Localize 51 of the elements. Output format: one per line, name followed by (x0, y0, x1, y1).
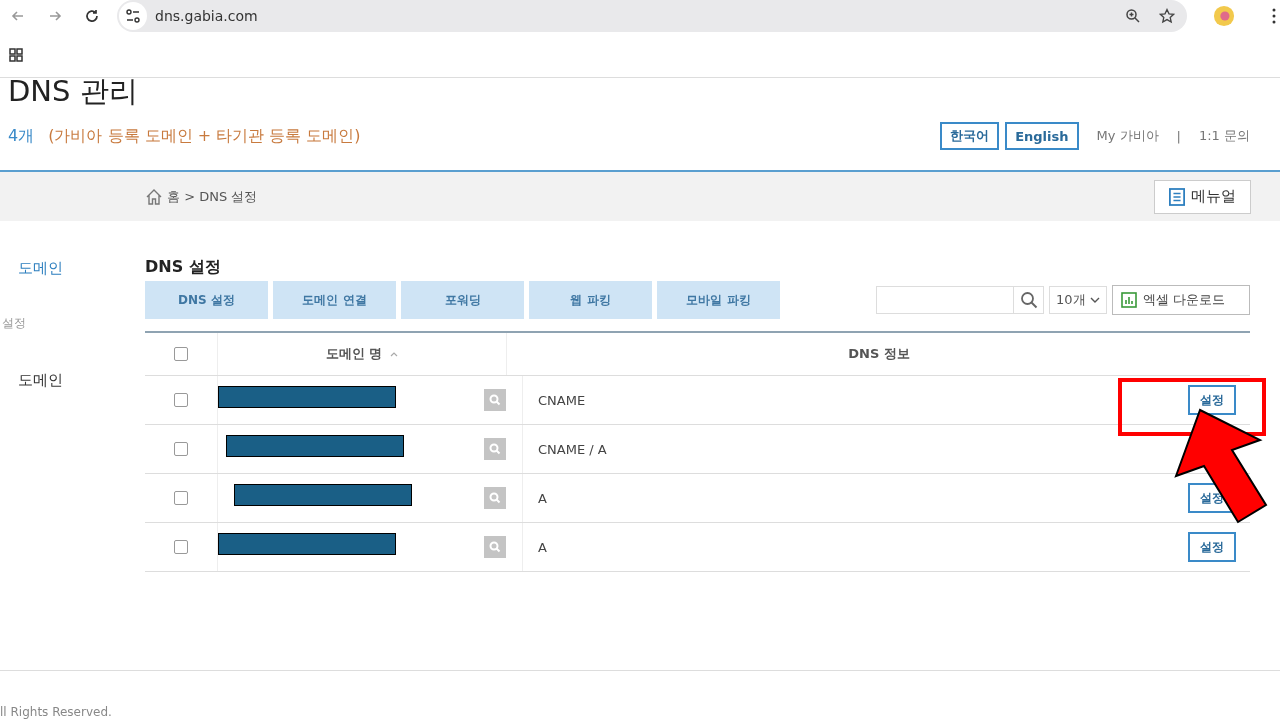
manual-button[interactable]: 메뉴얼 (1154, 179, 1251, 214)
settings-button[interactable]: 설정 (1188, 385, 1236, 416)
header-link[interactable]: My 가비아 (1096, 127, 1159, 145)
chevron-down-icon (1090, 297, 1100, 304)
site-settings-icon[interactable] (119, 2, 147, 30)
column-header: DNS 정보 (848, 345, 910, 364)
profile-avatar[interactable] (1213, 5, 1235, 27)
url-text: dns.gabia.com (155, 8, 258, 24)
language-button[interactable]: 한국어 (940, 122, 1000, 150)
header-link[interactable]: | (1176, 128, 1181, 144)
search-field[interactable] (876, 286, 1014, 315)
table-cell: CNAME (538, 393, 586, 408)
spreadsheet-chart-icon (1121, 292, 1137, 309)
more-menu-icon[interactable] (1272, 8, 1276, 24)
search-icon[interactable] (484, 438, 506, 461)
search-icon (1019, 291, 1038, 310)
checkbox[interactable] (174, 491, 188, 506)
reload-icon[interactable] (84, 8, 100, 24)
header-link[interactable]: 1:1 문의 (1198, 127, 1250, 145)
page-size-select[interactable]: 10개 (1049, 286, 1107, 315)
search-button[interactable] (1014, 286, 1044, 315)
sidebar-item[interactable]: 도메인 (18, 371, 145, 428)
column-header[interactable]: 도메인 명 (325, 345, 383, 364)
section-title: DNS 설정 (145, 257, 222, 279)
copyright-text: ll Rights Reserved. (0, 705, 112, 719)
page-title: DNS 관리 (7, 73, 139, 106)
language-button[interactable]: English (1005, 122, 1079, 150)
settings-button[interactable]: 설정 (1188, 532, 1236, 563)
search-icon[interactable] (484, 389, 506, 412)
checkbox[interactable] (174, 540, 188, 555)
sidebar-item[interactable]: 설정 (2, 315, 145, 372)
breadcrumb: 홈 > DNS 설정 (167, 187, 258, 206)
checkbox[interactable] (174, 347, 188, 362)
checkbox[interactable] (174, 393, 188, 408)
domain-count: 4개 (8, 125, 35, 147)
checkbox[interactable] (174, 442, 188, 457)
domain-count-note: (가비아 등록 도메인 + 타기관 등록 도메인) (48, 125, 361, 147)
bookmark-star-icon[interactable] (1159, 8, 1175, 24)
excel-download-button[interactable]: 엑셀 다운로드 (1112, 285, 1250, 316)
search-icon[interactable] (484, 487, 506, 510)
address-bar[interactable]: dns.gabia.com (117, 0, 1187, 32)
search-icon[interactable] (484, 536, 506, 559)
home-icon[interactable] (145, 187, 163, 206)
sidebar-item[interactable]: 도메인 (18, 259, 145, 316)
table-cell: A (538, 540, 547, 555)
document-icon (1169, 187, 1185, 206)
sort-caret-icon[interactable] (390, 352, 399, 357)
apps-icon[interactable] (9, 47, 23, 62)
table-cell: A (538, 491, 547, 506)
zoom-icon[interactable] (1125, 8, 1141, 24)
table-cell: CNAME / A (538, 442, 607, 457)
